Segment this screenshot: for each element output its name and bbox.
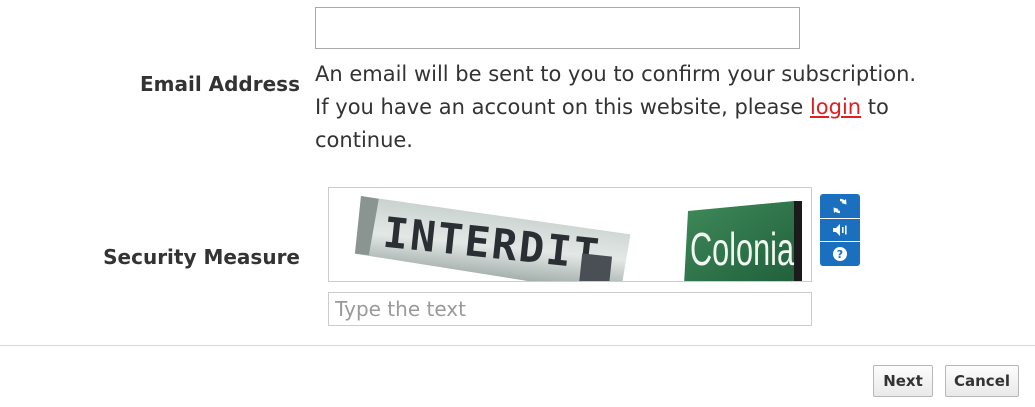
refresh-icon bbox=[833, 198, 847, 214]
help-line-1: An email will be sent to you to confirm … bbox=[315, 62, 917, 86]
captcha-picture: INTERDIT Colonia bbox=[354, 196, 802, 281]
captcha-word-2: Colonia bbox=[690, 223, 794, 275]
help-line-3: continue. bbox=[315, 128, 413, 152]
captcha-audio-button[interactable] bbox=[820, 219, 860, 241]
security-label: Security Measure bbox=[103, 245, 300, 269]
audio-icon bbox=[833, 224, 847, 236]
help-icon: ? bbox=[833, 247, 847, 261]
email-help-text: An email will be sent to you to confirm … bbox=[315, 58, 1015, 157]
captcha-help-button[interactable]: ? bbox=[820, 242, 860, 266]
svg-text:?: ? bbox=[837, 248, 843, 261]
next-button[interactable]: Next bbox=[873, 365, 933, 397]
captcha-image: INTERDIT Colonia bbox=[328, 187, 812, 282]
email-label: Email Address bbox=[139, 72, 300, 96]
subscription-form: Email Address An email will be sent to y… bbox=[0, 0, 1035, 345]
captcha-controls: ? bbox=[820, 194, 860, 266]
help-line-2-start: If you have an account on this website, … bbox=[315, 95, 810, 119]
email-input[interactable] bbox=[315, 7, 800, 49]
captcha-text-input[interactable] bbox=[328, 292, 812, 326]
cancel-button[interactable]: Cancel bbox=[945, 365, 1019, 397]
login-link[interactable]: login bbox=[810, 95, 861, 119]
form-footer: Next Cancel bbox=[0, 345, 1035, 407]
help-line-2-end: to bbox=[861, 95, 889, 119]
captcha-refresh-button[interactable] bbox=[820, 194, 860, 218]
